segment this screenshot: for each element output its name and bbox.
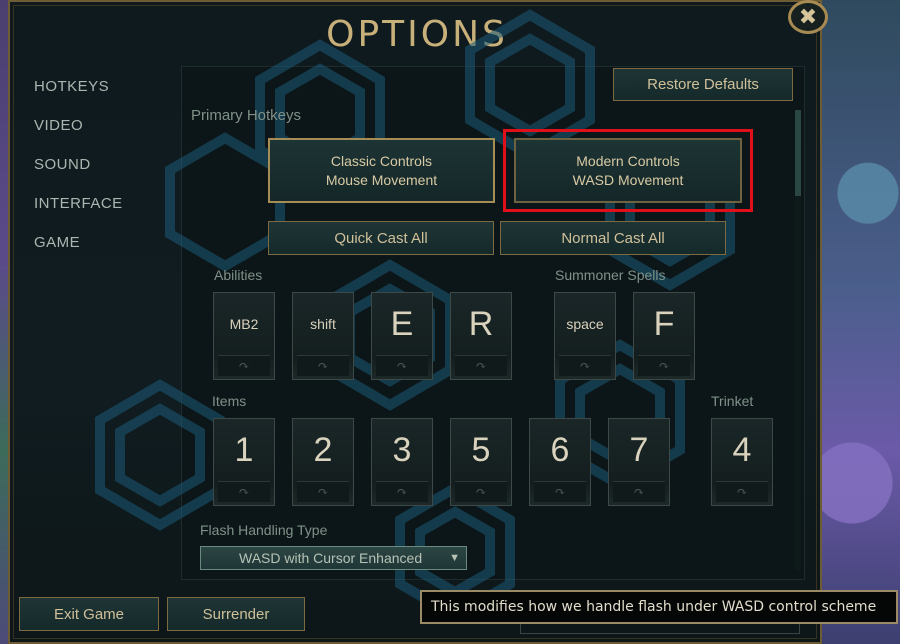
key-label: F — [653, 304, 675, 343]
exit-game-button[interactable]: Exit Game — [19, 597, 159, 631]
classic-controls-subtitle: Mouse Movement — [325, 171, 438, 188]
primary-hotkeys-heading: Primary Hotkeys — [191, 107, 302, 124]
classic-controls-button[interactable]: Classic Controls Mouse Movement — [268, 138, 495, 203]
item-key-4[interactable]: 5 ↷ — [450, 418, 512, 506]
panel-scrollbar[interactable] — [795, 110, 801, 570]
ability-key-e[interactable]: E ↷ — [371, 292, 433, 380]
key-label: 7 — [629, 430, 649, 469]
quick-cast-toggle-icon[interactable]: ↷ — [613, 481, 665, 502]
quick-cast-toggle-icon[interactable]: ↷ — [297, 355, 349, 376]
quick-cast-toggle-icon[interactable]: ↷ — [455, 355, 507, 376]
item-key-1[interactable]: 1 ↷ — [213, 418, 275, 506]
nav-item-hotkeys[interactable]: HOTKEYS — [34, 72, 123, 111]
normal-cast-all-button[interactable]: Normal Cast All — [500, 221, 726, 255]
trinket-key[interactable]: 4 ↷ — [711, 418, 773, 506]
key-label: shift — [310, 316, 336, 332]
item-key-2[interactable]: 2 ↷ — [292, 418, 354, 506]
summoner-key-d[interactable]: space ↷ — [554, 292, 616, 380]
quick-cast-toggle-icon[interactable]: ↷ — [376, 481, 428, 502]
item-key-5[interactable]: 6 ↷ — [529, 418, 591, 506]
flash-handling-value: WASD with Cursor Enhanced — [239, 550, 423, 566]
summoner-spells-label: Summoner Spells — [555, 267, 666, 283]
key-label: 4 — [732, 430, 752, 469]
ability-key-w[interactable]: shift ↷ — [292, 292, 354, 380]
modern-controls-subtitle: WASD Movement — [572, 171, 684, 188]
items-label: Items — [212, 393, 247, 409]
nav-item-video[interactable]: VIDEO — [34, 111, 123, 150]
modern-controls-button[interactable]: Modern Controls WASD Movement — [514, 138, 742, 203]
item-key-3[interactable]: 3 ↷ — [371, 418, 433, 506]
close-button[interactable]: ✖ — [788, 0, 828, 34]
surrender-button[interactable]: Surrender — [167, 597, 305, 631]
quick-cast-toggle-icon[interactable]: ↷ — [559, 355, 611, 376]
key-label: 2 — [313, 430, 333, 469]
key-label: R — [468, 304, 494, 343]
flash-handling-tooltip: This modifies how we handle flash under … — [420, 590, 898, 624]
quick-cast-toggle-icon[interactable]: ↷ — [534, 481, 586, 502]
quick-cast-toggle-icon[interactable]: ↷ — [716, 481, 768, 502]
key-label: 6 — [550, 430, 570, 469]
nav-item-interface[interactable]: INTERFACE — [34, 189, 123, 228]
flash-handling-dropdown[interactable]: WASD with Cursor Enhanced ▼ — [200, 546, 467, 570]
quick-cast-all-button[interactable]: Quick Cast All — [268, 221, 494, 255]
quick-cast-toggle-icon[interactable]: ↷ — [638, 355, 690, 376]
quick-cast-toggle-icon[interactable]: ↷ — [455, 481, 507, 502]
classic-controls-title: Classic Controls — [330, 152, 433, 169]
close-icon: ✖ — [798, 4, 818, 30]
quick-cast-toggle-icon[interactable]: ↷ — [376, 355, 428, 376]
quick-cast-toggle-icon[interactable]: ↷ — [218, 355, 270, 376]
key-label: 5 — [471, 430, 491, 469]
dropdown-caret-icon: ▼ — [449, 552, 460, 564]
key-label: 1 — [234, 430, 254, 469]
key-label: E — [390, 304, 414, 343]
quick-cast-toggle-icon[interactable]: ↷ — [218, 481, 270, 502]
flash-handling-label: Flash Handling Type — [200, 522, 328, 538]
ability-key-r[interactable]: R ↷ — [450, 292, 512, 380]
nav-item-sound[interactable]: SOUND — [34, 150, 123, 189]
summoner-key-f[interactable]: F ↷ — [633, 292, 695, 380]
game-world-right — [820, 0, 900, 644]
scroll-thumb[interactable] — [795, 110, 801, 196]
modern-controls-title: Modern Controls — [576, 152, 680, 169]
key-label: MB2 — [229, 316, 259, 332]
item-key-6[interactable]: 7 ↷ — [608, 418, 670, 506]
nav-item-game[interactable]: GAME — [34, 228, 123, 267]
trinket-label: Trinket — [711, 393, 754, 409]
ability-key-q[interactable]: MB2 ↷ — [213, 292, 275, 380]
restore-defaults-button[interactable]: Restore Defaults — [613, 68, 793, 101]
key-label: 3 — [392, 430, 412, 469]
key-label: space — [566, 316, 604, 332]
window-title: OPTIONS — [326, 14, 508, 55]
abilities-label: Abilities — [214, 267, 263, 283]
quick-cast-toggle-icon[interactable]: ↷ — [297, 481, 349, 502]
footer-button-edge — [520, 624, 800, 634]
options-nav: HOTKEYS VIDEO SOUND INTERFACE GAME — [34, 72, 123, 267]
